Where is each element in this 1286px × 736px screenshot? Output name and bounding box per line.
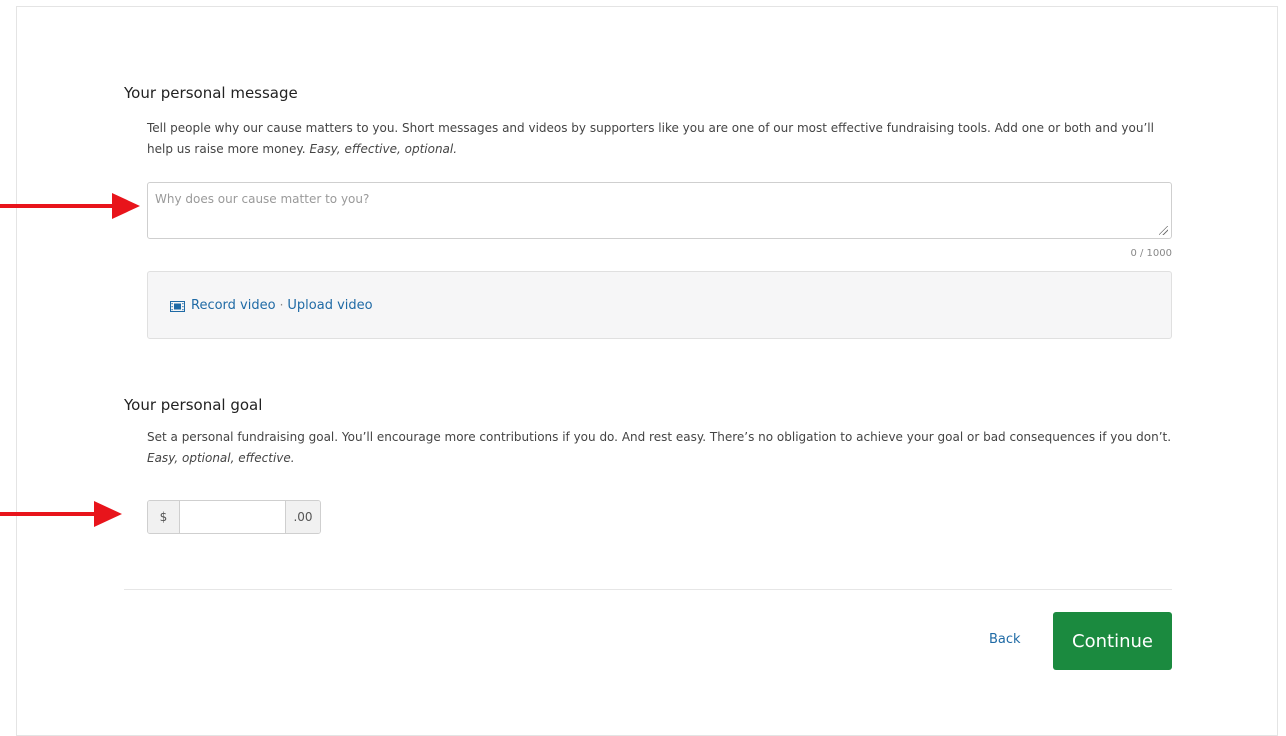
film-icon <box>170 300 185 312</box>
link-separator: · <box>279 298 284 312</box>
video-options-box: Record video · Upload video <box>147 271 1172 339</box>
record-video-link[interactable]: Record video <box>191 298 276 313</box>
resize-handle-icon[interactable] <box>1159 226 1168 235</box>
personal-message-title: Your personal message <box>124 84 298 102</box>
personal-message-description: Tell people why our cause matters to you… <box>147 121 1154 156</box>
goal-amount-input[interactable] <box>180 501 285 533</box>
back-link[interactable]: Back <box>989 632 1021 647</box>
currency-prefix: $ <box>148 501 180 533</box>
continue-button[interactable]: Continue <box>1053 612 1172 670</box>
personal-message-textarea[interactable] <box>148 183 1171 238</box>
personal-message-textarea-wrapper <box>147 182 1172 239</box>
personal-message-emphasis: Easy, effective, optional. <box>309 142 458 156</box>
cents-suffix: .00 <box>285 501 320 533</box>
upload-video-link[interactable]: Upload video <box>287 298 372 313</box>
personal-goal-title: Your personal goal <box>124 396 263 414</box>
character-counter: 0 / 1000 <box>1130 248 1172 259</box>
footer-divider <box>124 589 1172 590</box>
personal-goal-emphasis: Easy, optional, effective. <box>147 451 295 465</box>
personal-goal-description: Set a personal fundraising goal. You’ll … <box>147 430 1172 465</box>
annotation-arrow-goal <box>0 501 122 527</box>
annotation-arrow-message <box>0 193 140 219</box>
goal-amount-group: $ .00 <box>147 500 321 534</box>
